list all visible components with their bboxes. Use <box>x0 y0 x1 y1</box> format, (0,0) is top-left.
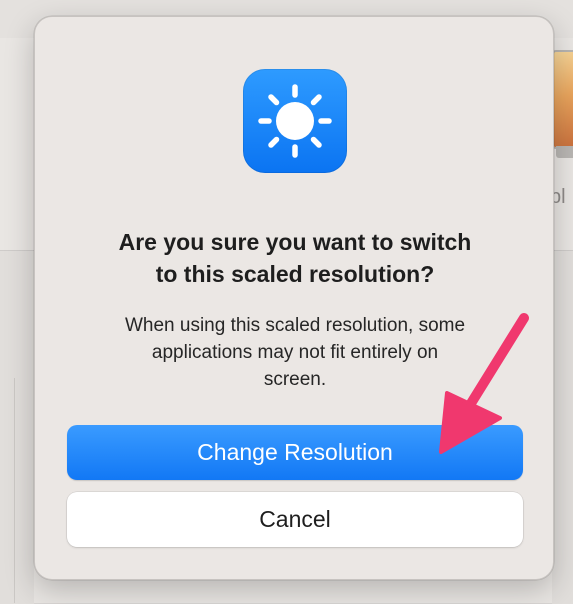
display-thumbnail <box>552 50 573 149</box>
dialog-message: When using this scaled resolution, some … <box>75 312 515 393</box>
dialog-message-line-3: screen. <box>263 369 327 390</box>
dialog-title: Are you sure you want to switch to this … <box>55 226 535 290</box>
change-resolution-button[interactable]: Change Resolution <box>67 425 523 480</box>
dialog-message-line-2: applications may not fit entirely on <box>151 342 439 363</box>
cancel-button[interactable]: Cancel <box>67 492 523 547</box>
confirmation-dialog: Are you sure you want to switch to this … <box>34 16 554 580</box>
background-divider <box>0 378 15 603</box>
dialog-message-line-1: When using this scaled resolution, some <box>124 315 466 336</box>
display-thumbnail-stand <box>556 146 573 158</box>
sun-brightness-icon <box>243 69 347 173</box>
dialog-title-line-1: Are you sure you want to switch <box>118 229 472 255</box>
background-right-panel <box>552 250 573 604</box>
dialog-title-line-2: to this scaled resolution? <box>155 261 435 287</box>
